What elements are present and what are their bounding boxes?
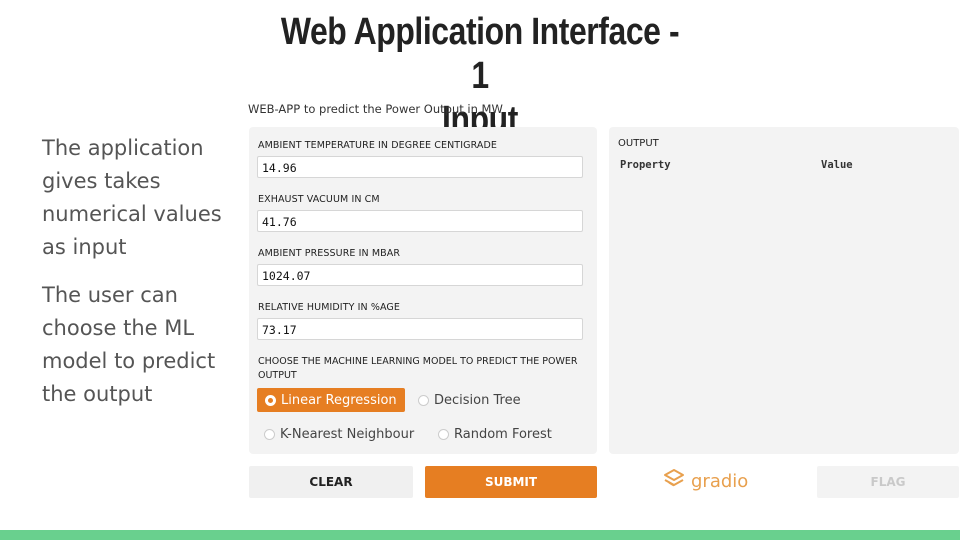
temperature-label: AMBIENT TEMPERATURE IN DEGREE CENTIGRADE <box>258 140 498 151</box>
humidity-label: RELATIVE HUMIDITY IN %AGE <box>258 302 400 313</box>
radio-decision-tree[interactable]: Decision Tree <box>410 388 529 412</box>
radio-linear-regression[interactable]: Linear Regression <box>257 388 405 412</box>
radio-dot-icon <box>264 428 275 440</box>
radio-dot-icon <box>265 394 276 406</box>
vacuum-input[interactable]: 41.76 <box>257 210 583 232</box>
app-subtitle: WEB-APP to predict the Power Output in M… <box>248 102 503 116</box>
output-panel: OUTPUT Property Value <box>609 127 959 454</box>
slide-title-line1: Web Application Interface - 1 <box>280 11 680 97</box>
gradio-logo-icon <box>663 468 685 495</box>
side-paragraph-1: The application gives takes numerical va… <box>42 136 222 259</box>
pressure-label: AMBIENT PRESSURE IN MBAR <box>258 248 401 259</box>
pressure-input[interactable]: 1024.07 <box>257 264 583 286</box>
radio-knn[interactable]: K-Nearest Neighbour <box>256 422 422 446</box>
side-description: The application gives takes numerical va… <box>42 132 252 426</box>
submit-button[interactable]: SUBMIT <box>425 466 597 498</box>
clear-button[interactable]: CLEAR <box>249 466 413 498</box>
flag-button[interactable]: FLAG <box>817 466 959 498</box>
radio-dot-icon <box>418 394 429 406</box>
humidity-input[interactable]: 73.17 <box>257 318 583 340</box>
radio-dot-icon <box>438 428 449 440</box>
model-choice-label: CHOOSE THE MACHINE LEARNING MODEL TO PRE… <box>258 356 578 381</box>
temperature-input[interactable]: 14.96 <box>257 156 583 178</box>
output-column-value: Value <box>821 159 853 171</box>
radio-random-forest[interactable]: Random Forest <box>430 422 560 446</box>
side-paragraph-2: The user can choose the ML model to pred… <box>42 283 216 406</box>
output-label: OUTPUT <box>618 138 659 149</box>
radio-label: Random Forest <box>454 426 552 442</box>
vacuum-label: EXHAUST VACUUM IN CM <box>258 194 380 205</box>
radio-label: K-Nearest Neighbour <box>280 426 415 442</box>
gradio-logo: gradio <box>663 468 748 494</box>
bottom-accent-bar <box>0 530 960 540</box>
gradio-brand-text: gradio <box>691 470 749 492</box>
input-panel: AMBIENT TEMPERATURE IN DEGREE CENTIGRADE… <box>249 127 597 454</box>
radio-label: Linear Regression <box>281 392 397 408</box>
radio-label: Decision Tree <box>434 392 521 408</box>
slide-title: Web Application Interface - 1 Input <box>278 10 681 142</box>
output-column-property: Property <box>620 159 671 171</box>
